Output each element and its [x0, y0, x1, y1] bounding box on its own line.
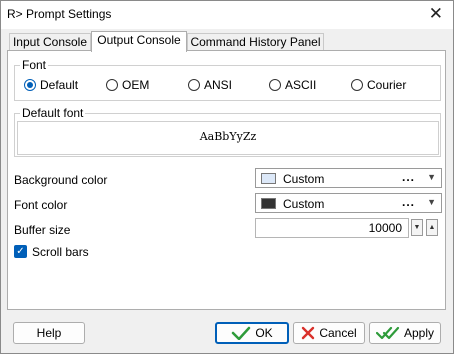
buffer-size-label: Buffer size [14, 223, 71, 237]
radio-icon [269, 79, 281, 91]
font-radio-ansi[interactable]: ANSI [188, 78, 232, 92]
font-group: Font Default OEM ANSI ASCII Courier [14, 59, 441, 101]
font-radio-courier[interactable]: Courier [351, 78, 406, 92]
radio-selected-icon [24, 79, 36, 91]
ok-button[interactable]: OK [215, 322, 289, 344]
help-button[interactable]: Help [13, 322, 85, 344]
background-color-combo[interactable]: Custom ... ▼ [255, 168, 442, 188]
x-icon [301, 326, 315, 340]
default-font-label: Default font [20, 106, 86, 120]
radio-icon [106, 79, 118, 91]
cancel-button[interactable]: Cancel [293, 322, 365, 344]
more-icon[interactable]: ... [402, 170, 415, 184]
chevron-down-icon[interactable]: ▼ [427, 197, 436, 207]
buffer-size-input[interactable]: 10000 [255, 218, 409, 238]
title-bar: R> Prompt Settings ✕ [1, 1, 453, 29]
chevron-down-icon[interactable]: ▼ [427, 172, 436, 182]
apply-button[interactable]: Apply [369, 322, 441, 344]
tab-output-console[interactable]: Output Console [91, 31, 187, 52]
radio-icon [188, 79, 200, 91]
window-title: R> Prompt Settings [7, 7, 112, 21]
font-preview: AaBbYyZz [17, 121, 439, 155]
scroll-bars-label: Scroll bars [32, 245, 89, 259]
font-color-swatch [261, 198, 276, 209]
font-group-label: Font [20, 58, 49, 72]
more-icon[interactable]: ... [402, 195, 415, 209]
background-color-swatch [261, 173, 276, 184]
scroll-bars-checkbox[interactable]: ✓ [14, 245, 27, 258]
font-radio-oem[interactable]: OEM [106, 78, 149, 92]
background-color-label: Background color [14, 173, 108, 187]
radio-icon [351, 79, 363, 91]
font-radio-ascii[interactable]: ASCII [269, 78, 316, 92]
font-color-label: Font color [14, 198, 68, 212]
font-radio-default[interactable]: Default [24, 78, 78, 92]
spin-up-icon[interactable]: ▲ [426, 219, 438, 236]
font-color-combo[interactable]: Custom ... ▼ [255, 193, 442, 213]
double-check-icon [375, 326, 400, 340]
tab-input-console[interactable]: Input Console [9, 33, 91, 51]
settings-dialog: R> Prompt Settings ✕ Input Console Outpu… [0, 0, 454, 354]
spin-down-icon[interactable]: ▼ [411, 219, 423, 236]
check-icon [231, 326, 251, 340]
close-icon[interactable]: ✕ [429, 4, 443, 24]
tab-command-history-panel[interactable]: Command History Panel [187, 33, 324, 51]
output-console-panel: Font Default OEM ANSI ASCII Courier Defa… [7, 50, 446, 310]
